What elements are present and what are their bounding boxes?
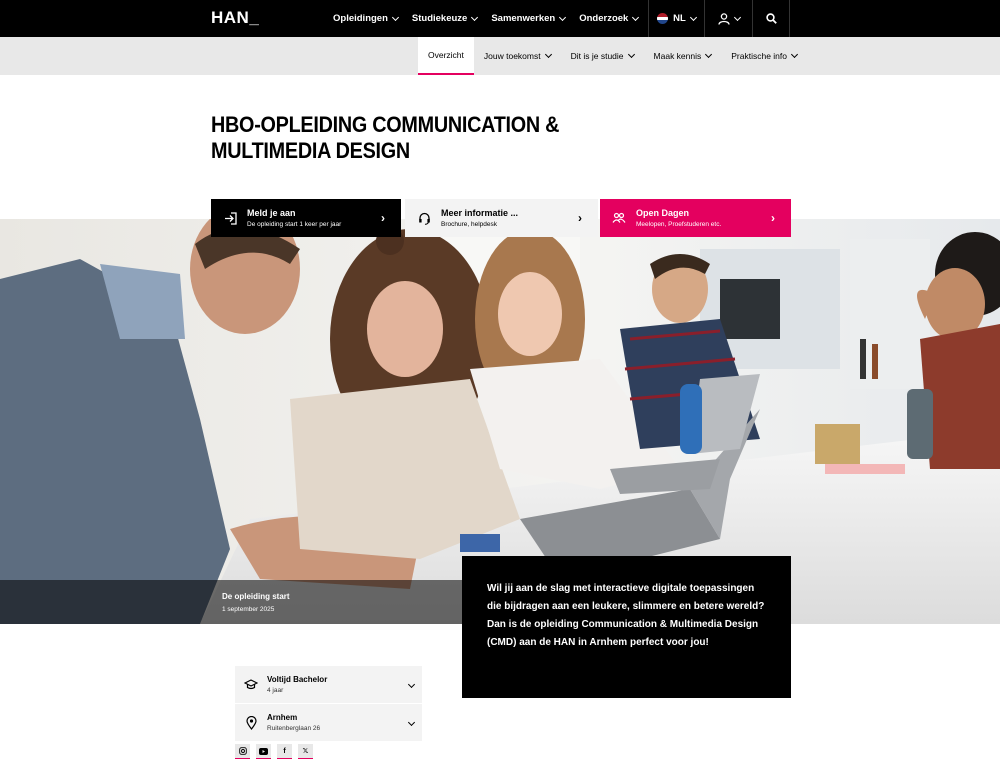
nav-label: Opleidingen [333,13,388,24]
tab-overzicht[interactable]: Overzicht [418,37,474,75]
tab-maak-kennis[interactable]: Maak kennis [644,37,722,75]
chevron-down-icon [559,13,567,21]
tab-dit-is-je-studie[interactable]: Dit is je studie [561,37,644,75]
chevron-down-icon [790,50,799,59]
netherlands-flag-icon [657,13,669,24]
chevron-down-icon [632,13,640,21]
chevron-down-icon [391,13,399,21]
account-button[interactable] [704,0,752,37]
search-button[interactable] [752,0,790,37]
nav-samenwerken[interactable]: Samenwerken [491,13,567,24]
nav-studiekeuze[interactable]: Studiekeuze [411,13,479,24]
user-icon [717,12,730,25]
title-line-1: HBO-OPLEIDING COMMUNICATION & [211,112,560,137]
hero-caption: De opleiding start 1 september 2025 [222,592,290,613]
chevron-down-icon [407,718,415,727]
chevron-down-icon [471,13,479,21]
chevron-down-icon [407,680,415,689]
language-selector[interactable]: NL [648,0,704,37]
x-icon[interactable]: 𝕏 [298,744,313,759]
hero-caption-date: 1 september 2025 [222,606,275,613]
cta-meld-je-aan[interactable]: Meld je aan De opleiding start 1 keer per… [211,199,401,237]
social-links: f 𝕏 [235,744,319,759]
cta-open-dagen[interactable]: Open Dagen Meelopen, Proefstuderen etc. › [600,199,791,237]
tab-label: Maak kennis [653,51,702,61]
people-icon [610,212,628,224]
nav-label: Onderzoek [579,13,629,24]
login-icon [221,211,239,225]
han-logo[interactable]: HAN_ [211,8,259,28]
page-title: HBO-OPLEIDING COMMUNICATION & MULTIMEDIA… [211,112,589,164]
chevron-down-icon [733,13,741,21]
cta-title: Open Dagen [636,208,690,218]
tab-label: Overzicht [428,50,464,60]
cta-title: Meer informatie ... [441,208,519,218]
chevron-down-icon [689,13,697,21]
cta-subtitle: Meelopen, Proefstuderen etc. [636,221,722,228]
sub-nav: Overzicht Jouw toekomst Dit is je studie… [418,37,807,75]
card-voltijd-bachelor[interactable]: Voltijd Bachelor 4 jaar [235,666,422,703]
card-title: Voltijd Bachelor [267,675,328,684]
main-nav: Opleidingen Studiekeuze Samenwerken Onde… [333,0,652,37]
tab-label: Dit is je studie [570,51,624,61]
card-arnhem[interactable]: Arnhem Ruitenberglaan 26 [235,704,422,741]
tab-label: Jouw toekomst [483,51,541,61]
card-title: Arnhem [267,713,298,722]
headset-icon [415,212,433,225]
facebook-icon[interactable]: f [277,744,292,759]
chevron-down-icon [627,50,635,59]
nav-label: Samenwerken [491,13,556,24]
location-pin-icon [235,715,267,730]
chevron-right-icon: › [578,211,582,225]
graduation-cap-icon [235,678,267,691]
tab-praktische-info[interactable]: Praktische info [721,37,807,75]
youtube-icon[interactable] [256,744,271,759]
chevron-right-icon: › [771,211,775,225]
nav-onderzoek[interactable]: Onderzoek [579,13,640,24]
title-line-2: MULTIMEDIA DESIGN [211,138,410,163]
card-subtitle: 4 jaar [267,687,284,694]
tab-jouw-toekomst[interactable]: Jouw toekomst [474,37,561,75]
chevron-down-icon [544,50,552,59]
instagram-icon[interactable] [235,744,250,759]
card-subtitle: Ruitenberglaan 26 [267,725,321,732]
tab-label: Praktische info [731,51,787,61]
chevron-right-icon: › [381,211,385,225]
cta-subtitle: Brochure, helpdesk [441,221,498,228]
chevron-down-icon [705,50,713,59]
nav-opleidingen[interactable]: Opleidingen [333,13,399,24]
language-label: NL [673,13,686,24]
cta-title: Meld je aan [247,208,296,218]
nav-label: Studiekeuze [411,13,468,24]
cta-meer-informatie[interactable]: Meer informatie ... Brochure, helpdesk › [405,199,598,237]
search-icon [765,13,777,24]
sub-navigation-bar: Overzicht Jouw toekomst Dit is je studie… [0,37,1000,75]
cta-subtitle: De opleiding start 1 keer per jaar [247,221,342,228]
hero-caption-title: De opleiding start [222,592,290,601]
intro-text-box: Wil jij aan de slag met interactieve dig… [462,556,791,698]
top-navigation-bar: HAN_ Opleidingen Studiekeuze Samenwerken… [0,0,1000,37]
